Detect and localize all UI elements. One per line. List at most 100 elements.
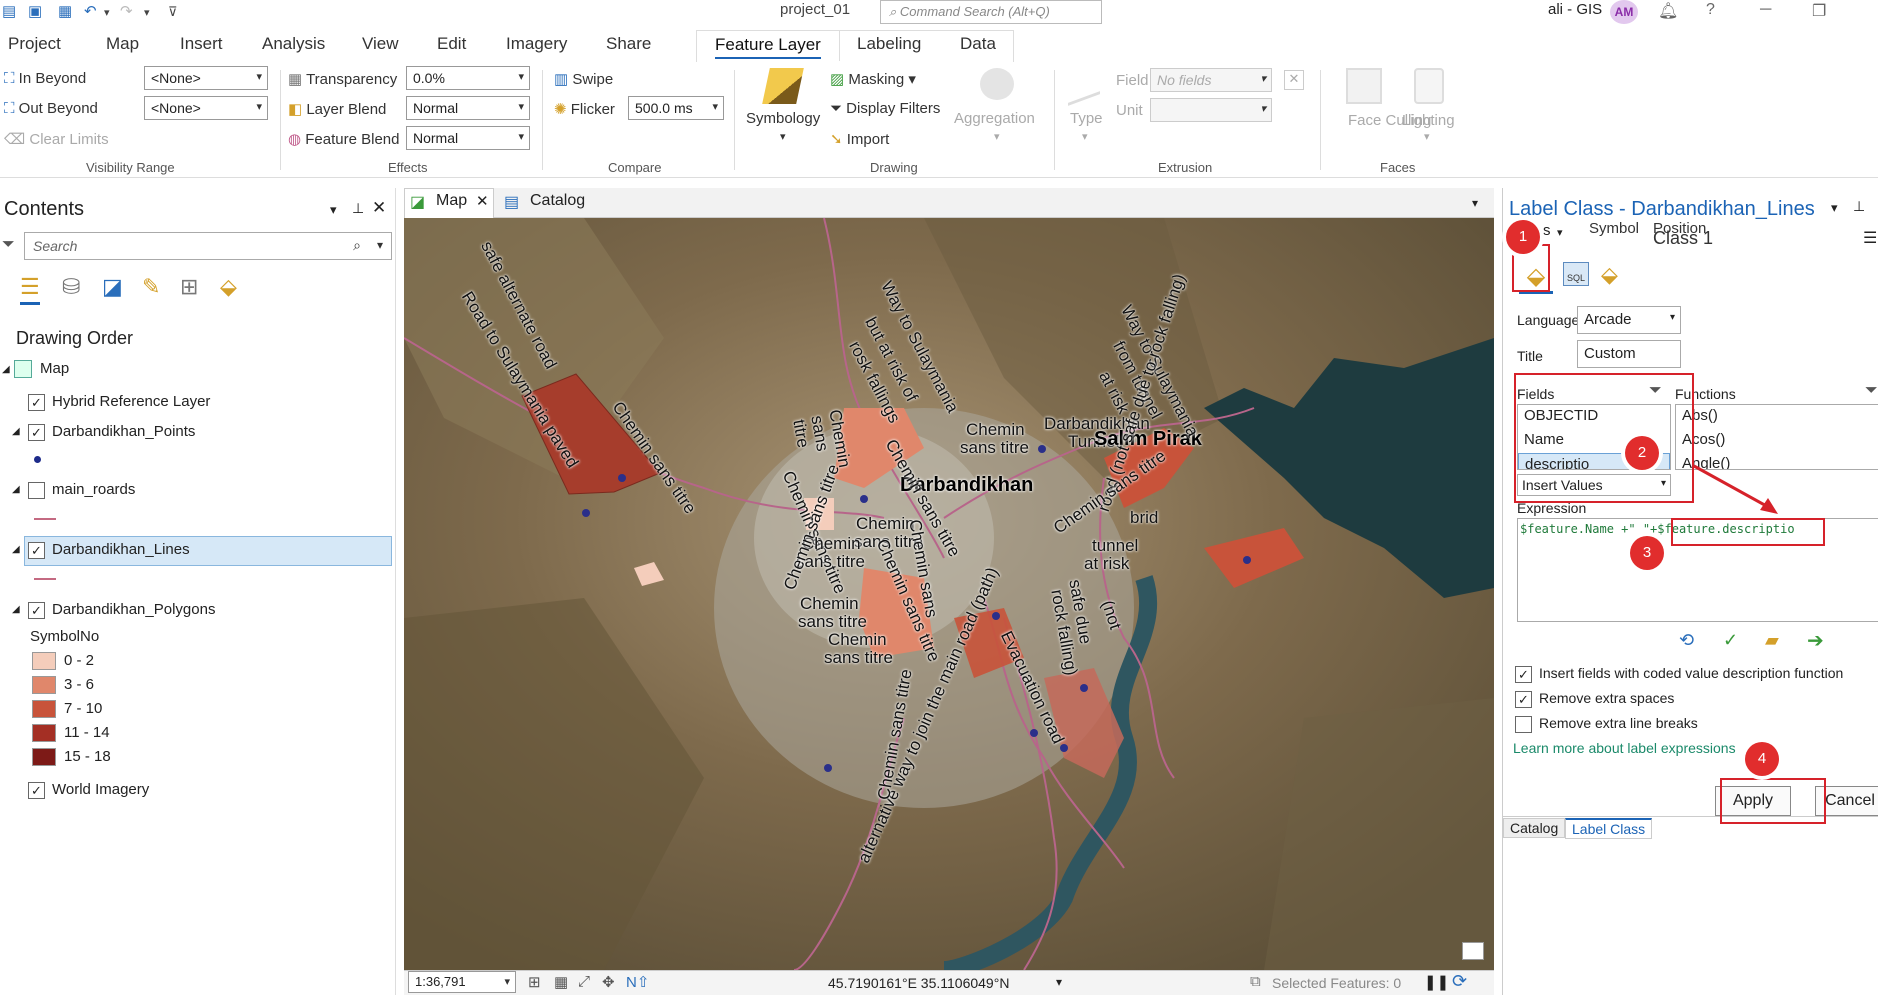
full-extent-icon[interactable]: ⤢ bbox=[578, 973, 590, 990]
new-project-icon[interactable]: ▤ bbox=[2, 2, 16, 20]
notification-bell-icon[interactable]: 🔔︎ bbox=[1658, 1, 1678, 21]
tabs-dropdown-icon[interactable]: ▾ bbox=[1472, 196, 1478, 210]
tab-project[interactable]: Project bbox=[8, 34, 61, 54]
in-beyond-label[interactable]: ⛶ In Beyond bbox=[4, 70, 86, 87]
redo-icon[interactable]: ↷ bbox=[120, 2, 133, 20]
lighting-dropdown-icon[interactable]: ▾ bbox=[1424, 130, 1430, 143]
tab-insert[interactable]: Insert bbox=[180, 34, 223, 54]
field-dropdown[interactable]: No fields bbox=[1150, 68, 1272, 92]
map-notes-icon[interactable] bbox=[1462, 942, 1484, 960]
import-button[interactable]: ➘ Import bbox=[830, 130, 889, 148]
tab-class-dropdown-icon[interactable]: ▾ bbox=[1557, 226, 1563, 239]
snapping-icon[interactable]: ✥ bbox=[602, 973, 615, 991]
flicker-input[interactable]: 500.0 ms bbox=[628, 96, 724, 120]
save-icon[interactable]: ▦ bbox=[58, 2, 72, 20]
undo-dropdown-icon[interactable]: ▾ bbox=[104, 6, 110, 19]
command-search-input[interactable]: ⌕ Command Search (Alt+Q) bbox=[880, 0, 1102, 24]
type-button[interactable]: Type bbox=[1070, 110, 1103, 127]
tab-class[interactable]: s bbox=[1543, 222, 1551, 239]
search-icon[interactable]: ⌕ bbox=[353, 237, 361, 254]
redo-dropdown-icon[interactable]: ▾ bbox=[144, 6, 150, 19]
close-map-tab-icon[interactable]: ✕ bbox=[476, 192, 489, 210]
masking-button[interactable]: ▨ Masking ▾ bbox=[830, 70, 916, 88]
function-item[interactable]: Acos() bbox=[1676, 429, 1878, 453]
coded-value-checkbox[interactable]: ✓ bbox=[1515, 666, 1532, 683]
pin-icon[interactable]: ⊥ bbox=[1853, 198, 1865, 215]
list-by-labeling-icon[interactable]: ⬙ bbox=[220, 274, 237, 300]
verify-icon[interactable]: ✓ bbox=[1723, 630, 1738, 651]
help-icon[interactable]: ? bbox=[1706, 1, 1715, 19]
learn-more-link[interactable]: Learn more about label expressions bbox=[1513, 740, 1736, 756]
tree-item-roads[interactable]: main_roards bbox=[52, 481, 135, 498]
pane-options-icon[interactable]: ▾ bbox=[1831, 200, 1838, 216]
list-by-data-source-icon[interactable]: ⛁ bbox=[62, 274, 80, 300]
avatar[interactable]: AM bbox=[1610, 0, 1638, 24]
scale-dropdown[interactable]: 1:36,791 bbox=[408, 971, 516, 993]
tree-item-hybrid[interactable]: Hybrid Reference Layer bbox=[52, 393, 210, 410]
label-class-pane-tab[interactable]: Label Class bbox=[1565, 818, 1653, 839]
map-canvas[interactable]: Road to Sulaymania paved safe alternate … bbox=[404, 218, 1494, 970]
layer-blend-dropdown[interactable]: Normal bbox=[406, 96, 530, 120]
map-tab[interactable]: Map bbox=[436, 192, 467, 210]
tab-data[interactable]: Data bbox=[960, 34, 996, 54]
language-dropdown[interactable]: Arcade ▾ bbox=[1577, 306, 1681, 334]
swipe-button[interactable]: ▥ Swipe bbox=[554, 70, 613, 88]
tab-view[interactable]: View bbox=[362, 34, 399, 54]
imagery-layer-checkbox[interactable]: ✓ bbox=[28, 782, 45, 799]
remove-spaces-checkbox[interactable]: ✓ bbox=[1515, 691, 1532, 708]
tree-item-lines[interactable]: Darbandikhan_Lines bbox=[52, 541, 190, 558]
tab-symbol[interactable]: Symbol bbox=[1589, 220, 1639, 237]
coordinate-format-icon[interactable]: ▾ bbox=[1056, 975, 1062, 989]
contents-search-input[interactable]: Search ⌕ ▾ bbox=[24, 232, 392, 260]
sql-query-icon[interactable]: SQL bbox=[1563, 262, 1589, 286]
restore-icon[interactable]: ❐ bbox=[1812, 1, 1826, 21]
expression-builder-icon[interactable]: ✕ bbox=[1284, 70, 1304, 90]
catalog-pane-tab[interactable]: Catalog bbox=[1503, 818, 1566, 838]
tree-item-map[interactable]: Map bbox=[40, 360, 69, 377]
class-menu-icon[interactable]: ☰ bbox=[1863, 228, 1877, 248]
selected-features[interactable]: Selected Features: 0 bbox=[1272, 975, 1401, 991]
tab-feature-layer[interactable]: Feature Layer bbox=[696, 30, 840, 61]
tab-map[interactable]: Map bbox=[106, 34, 139, 54]
minimize-icon[interactable]: ─ bbox=[1760, 1, 1771, 19]
customize-qat-icon[interactable]: ⊽ bbox=[168, 4, 178, 20]
transparency-input[interactable]: 0.0% bbox=[406, 66, 530, 90]
tab-edit[interactable]: Edit bbox=[437, 34, 466, 54]
out-beyond-label[interactable]: ⛶ Out Beyond bbox=[4, 100, 98, 117]
grid-icon[interactable]: ▦ bbox=[554, 973, 568, 991]
symbology-button[interactable]: Symbology bbox=[746, 110, 820, 127]
lines-layer-checkbox[interactable]: ✓ bbox=[28, 542, 45, 559]
pane-options-icon[interactable]: ▾ bbox=[330, 202, 337, 218]
undo-icon[interactable]: ↶ bbox=[84, 2, 97, 20]
symbology-icon[interactable] bbox=[762, 68, 804, 104]
tab-share[interactable]: Share bbox=[606, 34, 651, 54]
pin-icon[interactable]: ⊥ bbox=[352, 200, 364, 217]
export-expression-icon[interactable]: ➔ bbox=[1807, 628, 1824, 653]
type-dropdown-icon[interactable]: ▾ bbox=[1082, 130, 1088, 143]
functions-filter-icon[interactable]: ⏷ bbox=[1865, 382, 1878, 400]
load-expression-icon[interactable]: ▰ bbox=[1765, 630, 1779, 651]
catalog-tab[interactable]: Catalog bbox=[530, 192, 585, 210]
in-beyond-dropdown[interactable]: <None> bbox=[144, 66, 268, 90]
clear-limits-button[interactable]: ⌫ Clear Limits bbox=[4, 130, 109, 148]
polygons-layer-checkbox[interactable]: ✓ bbox=[28, 602, 45, 619]
points-layer-checkbox[interactable]: ✓ bbox=[28, 424, 45, 441]
filter-icon[interactable]: ⏷ bbox=[2, 236, 15, 254]
out-beyond-dropdown[interactable]: <None> bbox=[144, 96, 268, 120]
hybrid-layer-checkbox[interactable]: ✓ bbox=[28, 394, 45, 411]
list-by-editing-icon[interactable]: ✎ bbox=[142, 274, 160, 300]
north-arrow-icon[interactable]: N⇧ bbox=[626, 973, 649, 991]
label-options-icon[interactable]: ⬙ bbox=[1601, 262, 1618, 288]
tree-item-imagery[interactable]: World Imagery bbox=[52, 781, 149, 798]
list-by-selection-icon[interactable]: ◪ bbox=[102, 274, 123, 300]
tab-imagery[interactable]: Imagery bbox=[506, 34, 567, 54]
tree-item-points[interactable]: Darbandikhan_Points bbox=[52, 423, 195, 440]
tab-analysis[interactable]: Analysis bbox=[262, 34, 325, 54]
expand-lines-icon[interactable]: ◢ bbox=[12, 544, 20, 555]
tree-item-polygons[interactable]: Darbandikhan_Polygons bbox=[52, 601, 215, 618]
title-input[interactable]: Custom bbox=[1577, 340, 1681, 368]
fixed-zoom-icon[interactable]: ⊞ bbox=[528, 973, 541, 991]
pause-drawing-icon[interactable]: ❚❚ bbox=[1424, 973, 1449, 991]
expand-polygons-icon[interactable]: ◢ bbox=[12, 604, 20, 615]
list-by-drawing-order-icon[interactable]: ☰ bbox=[20, 274, 40, 305]
